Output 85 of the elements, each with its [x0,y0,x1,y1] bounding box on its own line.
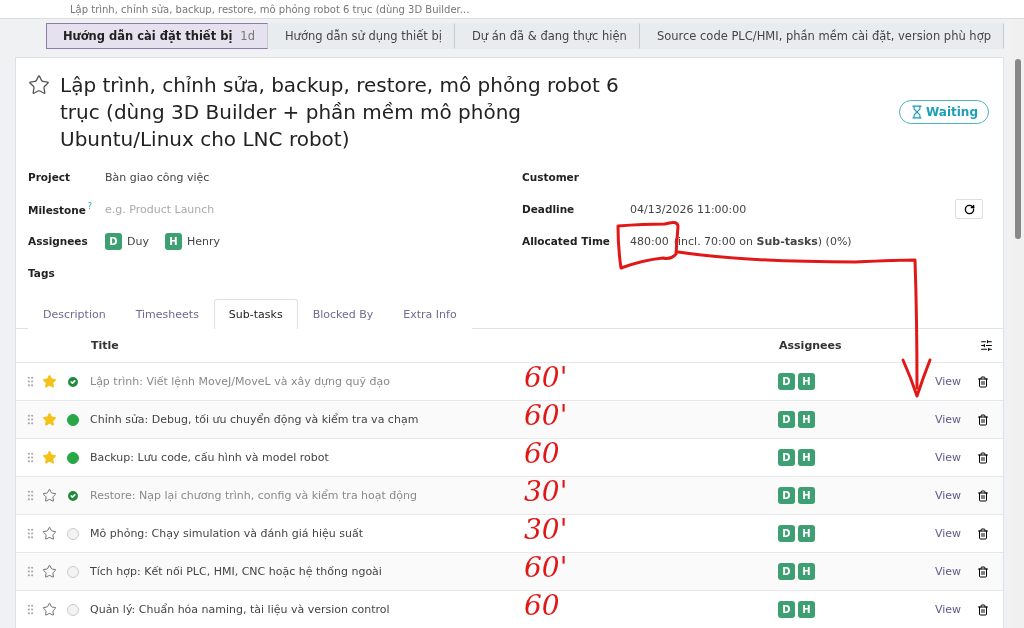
column-settings-icon[interactable] [980,339,993,352]
view-link[interactable]: View [935,603,962,616]
task-title-cell-text: Tích hợp: Kết nối PLC, HMI, CNC hoặc hệ thống ngoài [90,565,383,578]
avatar-badge: D [778,373,795,390]
task-title: Lập trình, chỉnh sửa, backup, restore, mô phỏng robot 6 trục (dùng 3D Builder + phần mềm mô phỏng Ubuntu/Linux cho LNC robot) [60,72,620,153]
avatar-badge: D [778,487,795,504]
field-label: Tags [28,267,56,279]
column-header: Assignees [779,339,842,352]
status-dot[interactable] [67,603,79,616]
field-label: Allocated Time [522,235,611,247]
task-title-cell-text: Quản lý: Chuẩn hóa naming, tài liệu và version control [90,603,391,616]
status-dot[interactable] [67,413,79,426]
star-icon[interactable] [42,374,57,389]
refresh-button[interactable] [955,199,983,219]
avatar-badge: H [798,563,815,580]
check-circle-icon[interactable] [66,374,80,389]
stage-tab[interactable]: Hướng dẫn cài đặt thiết bị 1d [45,23,268,49]
tab[interactable]: Sub-tasks [213,299,298,329]
avatar-badge: H [798,601,815,618]
task-title-cell-text: Mô phỏng: Chạy simulation và đánh giá hiệu suất [90,527,364,540]
avatar-badge: H [164,232,182,250]
handwritten-note: 60' [524,399,568,433]
stage-tab[interactable]: Dự án đã & đang thực hiện [454,23,640,49]
assignee-name[interactable]: Henry [186,234,220,248]
star-icon[interactable] [42,412,57,427]
task-title-cell-text: Backup: Lưu code, cấu hình và model robot [90,451,330,464]
star-icon[interactable] [42,488,57,503]
delete-icon[interactable] [977,413,990,426]
task-title-cell-text: Restore: Nạp lại chương trình, config và kiểm tra hoạt động [90,489,419,502]
star-icon[interactable] [42,526,57,541]
delete-icon[interactable] [977,565,990,578]
handwritten-note: 60' [524,361,568,395]
hourglass-icon [910,105,924,119]
field-label: Deadline [522,203,576,215]
avatar-badge: D [778,449,795,466]
view-link[interactable]: View [935,451,962,464]
delete-icon[interactable] [977,489,990,502]
avatar-badge: H [798,449,815,466]
stage-tab[interactable]: Hướng dẫn sử dụng thiết bị [267,23,455,49]
field-label: Milestone $^{?}$ [28,202,94,216]
star-icon[interactable] [42,602,57,617]
handwritten-note: 60 [524,589,560,623]
star-icon[interactable] [28,74,50,96]
view-link[interactable]: View [935,413,962,426]
delete-icon[interactable] [977,375,990,388]
avatar-badge: D [105,232,122,250]
avatar-badge: H [798,411,815,428]
view-link[interactable]: View [935,375,962,388]
avatar-badge: D [778,563,795,580]
field-label: Assignees [28,235,89,247]
view-link[interactable]: View [935,565,962,578]
avatar-badge: H [798,525,815,542]
stage-duration: 1d [240,29,255,43]
task-title-cell-text: Lập trình: Viết lệnh MoveJ/MoveL và xây dựng quỹ đạo [90,375,391,388]
avatar-badge: D [778,411,795,428]
avatar-badge: D [778,525,795,542]
refresh-icon [963,203,975,215]
delete-icon[interactable] [977,451,990,464]
handwritten-note: 30' [524,513,568,547]
star-icon[interactable] [42,564,57,579]
column-header: Title [91,339,120,352]
status-dot[interactable] [67,565,79,578]
field-label: Project [28,171,72,183]
field-label: Customer [522,171,580,183]
handwritten-note: 30' [524,475,568,509]
status-dot[interactable] [67,527,79,540]
avatar-badge: H [798,487,815,504]
breadcrumb-text: Lập trình, chỉnh sửa, backup, restore, mô phỏng robot 6 trục (dùng 3D Builder... [70,2,470,16]
star-icon[interactable] [42,450,57,465]
view-link[interactable]: View [935,489,962,502]
delete-icon[interactable] [977,527,990,540]
field-value[interactable]: 04/13/2026 11:00:00 [630,202,747,216]
avatar-badge: H [798,373,815,390]
check-circle-icon[interactable] [66,488,80,503]
delete-icon[interactable] [977,603,990,616]
field-value[interactable]: Bàn giao công việc [105,170,210,184]
status-dot[interactable] [67,451,79,464]
assignee-name[interactable]: Duy [127,234,149,248]
field-value[interactable]: 480:00 [630,234,669,248]
avatar-badge: D [778,601,795,618]
view-link[interactable]: View [935,527,962,540]
task-title-cell-text: Chỉnh sửa: Debug, tối ưu chuyển động và kiểm tra va chạm [90,413,420,426]
handwritten-note: 60 [524,437,560,471]
stage-tab[interactable]: Source code PLC/HMI, phần mềm cài đặt, version phù hợp [639,23,1004,49]
handwritten-note: 60' [524,551,568,585]
